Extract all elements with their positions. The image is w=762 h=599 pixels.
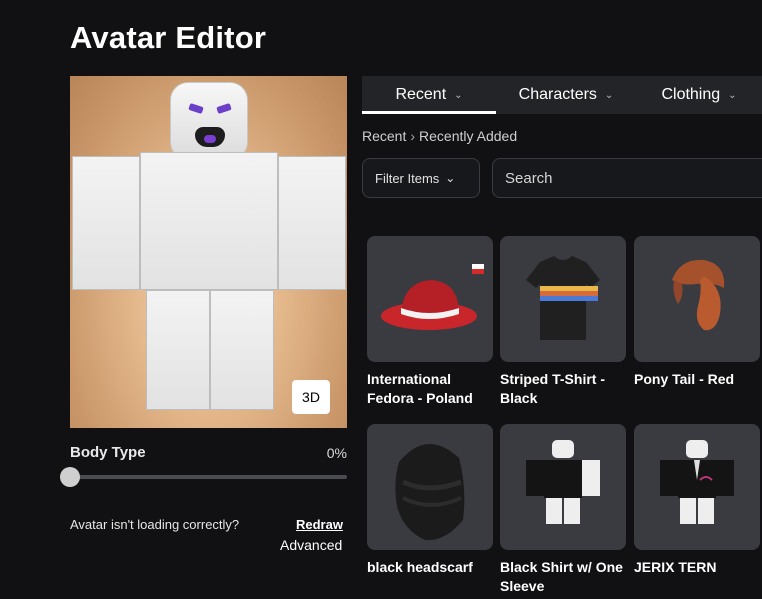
advanced-link[interactable]: Advanced (280, 537, 342, 553)
item-thumbnail[interactable] (634, 236, 760, 362)
chevron-down-icon: ⌄ (604, 89, 614, 101)
filter-label: Filter Items (375, 170, 440, 186)
headscarf-icon (395, 443, 465, 541)
avatar-left-arm (72, 156, 140, 290)
item-card[interactable]: JERIX TERN (634, 424, 760, 577)
tab-recent[interactable]: Recent ⌄ (362, 76, 496, 114)
avatar-mouth (195, 127, 225, 147)
item-thumbnail[interactable] (634, 424, 760, 550)
left-eye (188, 103, 204, 114)
item-name: JERIX TERN (634, 559, 717, 575)
avatar-head (170, 82, 248, 160)
avatar-shirt-icon (526, 440, 600, 524)
ponytail-hair-icon (672, 259, 725, 331)
right-eye (216, 103, 232, 114)
item-name: black headscarf (367, 559, 473, 575)
avatar-torso (140, 152, 278, 290)
chevron-down-icon: ⌄ (728, 89, 737, 101)
avatar-suit-icon (660, 440, 734, 524)
item-card[interactable]: Black Shirt w/ One Sleeve (500, 424, 626, 596)
item-thumbnail[interactable] (367, 424, 493, 550)
view-3d-button[interactable]: 3D (292, 380, 330, 414)
body-type-slider[interactable] (70, 475, 347, 479)
item-card[interactable]: International Fedora - Poland (367, 236, 493, 408)
body-type-value: 0% (326, 445, 347, 461)
item-thumbnail[interactable] (367, 236, 493, 362)
body-type-label: Body Type (70, 444, 146, 461)
tshirt-icon (526, 256, 600, 340)
item-card[interactable]: black headscarf (367, 424, 493, 577)
item-card[interactable]: Pony Tail - Red (634, 236, 760, 389)
category-tabs: Recent ⌄ Characters ⌄ Clothing ⌄ (362, 76, 762, 114)
tab-clothing[interactable]: Clothing ⌄ (636, 76, 762, 114)
avatar-left-leg (146, 290, 210, 410)
tab-label: Characters (518, 86, 597, 103)
avatar-right-arm (278, 156, 346, 290)
item-name: International Fedora - Poland (367, 371, 473, 406)
item-name: Striped T-Shirt - Black (500, 371, 605, 406)
avatar-preview[interactable]: 3D (70, 76, 347, 428)
filter-items-button[interactable]: Filter Items ⌄ (362, 158, 480, 198)
search-input[interactable] (492, 158, 762, 198)
fedora-icon (381, 264, 484, 330)
avatar-right-leg (210, 290, 274, 410)
breadcrumb: Recent › Recently Added (362, 128, 517, 144)
page-title: Avatar Editor (70, 20, 267, 55)
chevron-down-icon: ⌄ (454, 89, 463, 101)
chevron-right-icon: › (410, 128, 416, 144)
tab-label: Recent (395, 86, 447, 103)
item-card[interactable]: Striped T-Shirt - Black (500, 236, 626, 408)
tab-characters[interactable]: Characters ⌄ (496, 76, 636, 114)
tab-label: Clothing (661, 86, 721, 103)
item-name: Pony Tail - Red (634, 371, 735, 387)
body-type-slider-handle[interactable] (60, 467, 80, 487)
item-thumbnail[interactable] (500, 236, 626, 362)
breadcrumb-current: Recently Added (419, 128, 518, 144)
chevron-down-icon: ⌄ (445, 171, 456, 185)
redraw-link[interactable]: Redraw (296, 517, 343, 532)
loading-message: Avatar isn't loading correctly? (70, 517, 240, 532)
item-name: Black Shirt w/ One Sleeve (500, 559, 623, 594)
item-thumbnail[interactable] (500, 424, 626, 550)
breadcrumb-root[interactable]: Recent (362, 128, 406, 144)
